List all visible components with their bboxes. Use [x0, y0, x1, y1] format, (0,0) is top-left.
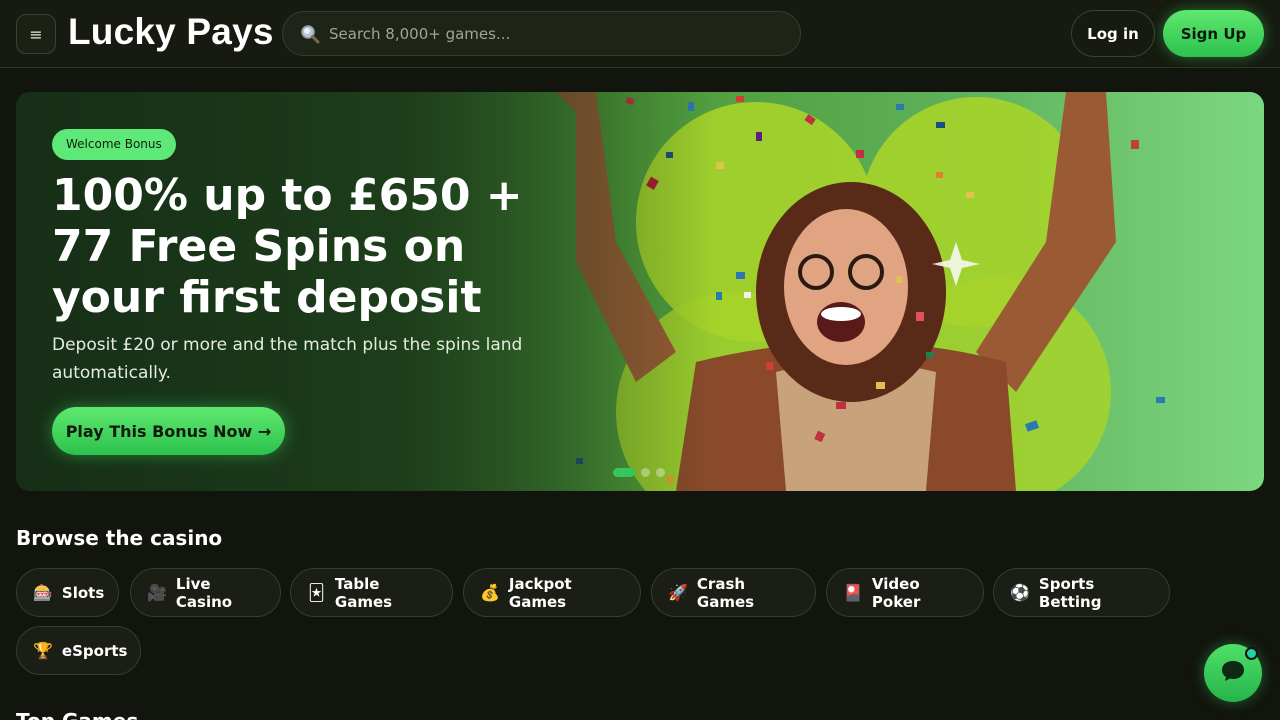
- trophy-icon: 🏆: [33, 641, 53, 660]
- signup-button[interactable]: Sign Up: [1163, 10, 1264, 57]
- search-icon: [299, 23, 321, 45]
- category-chip-video-poker[interactable]: 🎴 Video Poker: [826, 568, 984, 617]
- category-chip-jackpot-games[interactable]: 💰 Jackpot Games: [463, 568, 641, 617]
- hero-title: 100% up to £650 + 77 Free Spins on your …: [52, 170, 523, 323]
- hero-banner[interactable]: Welcome Bonus 100% up to £650 + 77 Free …: [16, 92, 1264, 491]
- carousel-indicators: [613, 468, 665, 477]
- top-header: ≡ Lucky Pays Log in Sign Up: [0, 0, 1280, 68]
- category-label: Live Casino: [175, 574, 233, 611]
- category-chip-sports-betting[interactable]: ⚽ Sports Betting: [993, 568, 1170, 617]
- category-label: Video Poker: [871, 574, 921, 611]
- category-label: Jackpot Games: [508, 574, 572, 611]
- rocket-icon: 🚀: [668, 583, 688, 602]
- online-status-dot: [1245, 647, 1258, 660]
- category-label: Table Games: [334, 574, 393, 611]
- play-bonus-button[interactable]: Play This Bonus Now →: [52, 407, 285, 455]
- category-chip-table-games[interactable]: 🃏 Table Games: [290, 568, 453, 617]
- browse-section-title: Browse the casino: [16, 526, 223, 550]
- search-input[interactable]: [329, 24, 769, 43]
- hero-subtitle: Deposit £20 or more and the match plus t…: [52, 335, 523, 383]
- category-chip-slots[interactable]: 🎰 Slots: [16, 568, 119, 617]
- category-chip-crash-games[interactable]: 🚀 Crash Games: [651, 568, 816, 617]
- category-label: Crash Games: [696, 574, 755, 611]
- top-games-section-title: Top Games: [16, 709, 138, 720]
- money-bag-icon: 💰: [480, 583, 500, 602]
- carousel-dot-3[interactable]: [656, 468, 665, 477]
- hamburger-menu-icon: ≡: [29, 24, 43, 44]
- carousel-dot-1[interactable]: [613, 468, 635, 477]
- search-bar[interactable]: [282, 11, 801, 56]
- playing-card-icon: 🃏: [308, 583, 325, 602]
- carousel-dot-2[interactable]: [641, 468, 650, 477]
- category-label: eSports: [61, 641, 128, 660]
- menu-button[interactable]: ≡: [16, 14, 56, 54]
- slot-machine-icon: 🎰: [33, 583, 53, 602]
- category-chip-live-casino[interactable]: 🎥 Live Casino: [130, 568, 281, 617]
- login-button[interactable]: Log in: [1071, 10, 1155, 57]
- category-label: Slots: [61, 583, 105, 602]
- chat-bubble-icon: [1220, 659, 1246, 687]
- card-icon: 🎴: [843, 583, 863, 602]
- category-label: Sports Betting: [1038, 574, 1102, 611]
- welcome-bonus-badge: Welcome Bonus: [52, 129, 176, 160]
- soccer-ball-icon: ⚽: [1010, 583, 1030, 602]
- site-logo[interactable]: Lucky Pays: [68, 10, 274, 54]
- video-camera-icon: 🎥: [147, 583, 167, 602]
- category-chip-esports[interactable]: 🏆 eSports: [16, 626, 141, 675]
